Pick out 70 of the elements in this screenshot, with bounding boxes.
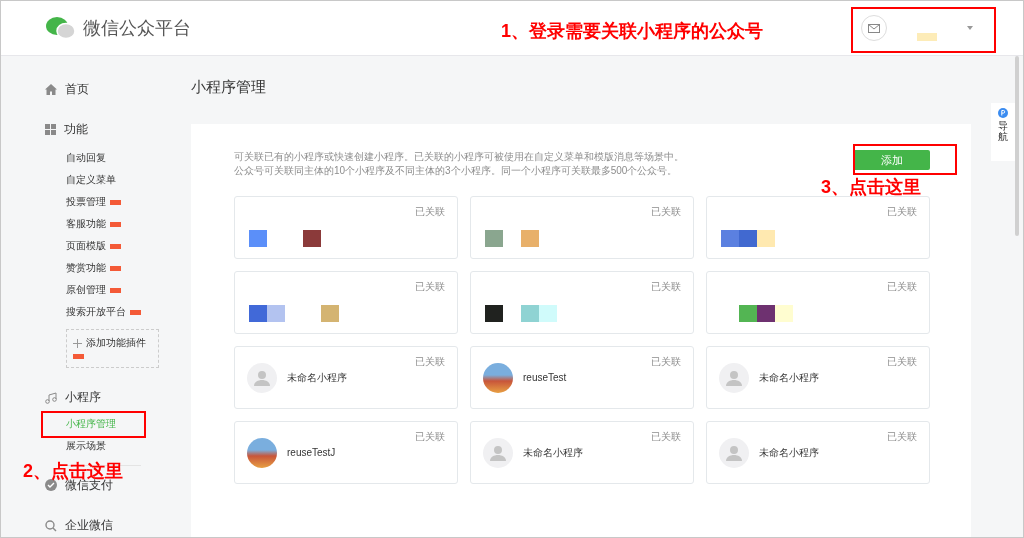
chat-bubbles-logo: [45, 16, 77, 40]
mini-program-name: reuseTestJ: [287, 447, 336, 458]
mini-program-name: 未命名小程序: [287, 370, 347, 385]
status-label: 已关联: [415, 280, 445, 294]
person-icon: [726, 444, 742, 461]
sidebar-item[interactable]: 展示场景: [66, 438, 106, 453]
grid-icon: [45, 124, 56, 136]
person-icon: [490, 444, 506, 461]
person-icon: [254, 369, 270, 386]
status-label: 已关联: [887, 355, 917, 369]
envelope-icon: [868, 23, 880, 33]
mini-program-card[interactable]: 已关联 reuseTestJ: [234, 421, 458, 484]
redacted-mosaic: [485, 305, 557, 322]
mini-program-card[interactable]: 已关联: [234, 271, 458, 334]
status-label: 已关联: [415, 355, 445, 369]
mini-program-name: reuseTest: [523, 372, 567, 383]
sidebar-item[interactable]: 搜索开放平台: [66, 305, 126, 320]
annotation-text: 3、点击这里: [821, 176, 921, 199]
sidebar-item[interactable]: 赞赏功能: [66, 261, 106, 276]
caret-icon[interactable]: [967, 26, 973, 30]
status-label: 已关联: [887, 205, 917, 219]
mini-program-card[interactable]: 已关联 未命名小程序: [706, 346, 930, 409]
search-icon: [45, 519, 57, 532]
status-label: 已关联: [415, 430, 445, 444]
sidebar-item[interactable]: 原创管理: [66, 283, 106, 298]
mini-program-name: 未命名小程序: [523, 445, 583, 460]
sidebar-item[interactable]: 自定义菜单: [66, 173, 116, 188]
payment-icon: [45, 479, 57, 492]
mini-program-name: 未命名小程序: [759, 445, 819, 460]
sidebar-section-label[interactable]: 首页: [65, 80, 89, 98]
status-label: 已关联: [651, 355, 681, 369]
mini-program-card[interactable]: 已关联 reuseTest: [470, 346, 694, 409]
sidebar-item[interactable]: 自动回复: [66, 151, 106, 166]
person-icon: [726, 369, 742, 386]
status-label: 已关联: [415, 205, 445, 219]
scrollbar[interactable]: [1015, 56, 1019, 236]
music-note-icon: [45, 391, 57, 404]
status-label: 已关联: [651, 205, 681, 219]
status-label: 已关联: [651, 280, 681, 294]
status-label: 已关联: [887, 430, 917, 444]
float-nav-button[interactable]: 导航: [991, 103, 1015, 161]
mini-program-card[interactable]: 已关联: [706, 196, 930, 259]
status-label: 已关联: [651, 430, 681, 444]
description-text: 可关联已有的小程序或快速创建小程序。已关联的小程序可被使用在自定义菜单和模版消息等场景中。: [234, 150, 684, 164]
redacted-mosaic: [721, 230, 775, 247]
mini-program-card[interactable]: 已关联 未命名小程序: [706, 421, 930, 484]
plus-icon: [73, 338, 82, 348]
p-badge-icon: [998, 108, 1008, 118]
status-label: 已关联: [887, 280, 917, 294]
mini-program-card[interactable]: 已关联: [706, 271, 930, 334]
sidebar-item[interactable]: 客服功能: [66, 217, 106, 232]
description-text: 公众号可关联同主体的10个小程序及不同主体的3个小程序。同一个小程序可关联最多500个公众号。: [234, 164, 679, 178]
redacted-mosaic: [249, 230, 321, 247]
brand-name: 微信公众平台: [83, 17, 191, 40]
add-plugin-button[interactable]: 添加功能插件: [66, 329, 159, 369]
sidebar-item[interactable]: 页面模版: [66, 239, 106, 254]
home-icon: [45, 83, 57, 95]
sidebar-section-label[interactable]: 企业微信: [65, 517, 113, 535]
mini-program-card[interactable]: 已关联 未命名小程序: [234, 346, 458, 409]
mini-program-name: 未命名小程序: [759, 370, 819, 385]
mini-program-card[interactable]: 已关联: [470, 196, 694, 259]
mini-program-card[interactable]: 已关联: [470, 271, 694, 334]
sidebar-section-label[interactable]: 功能: [64, 121, 88, 139]
sidebar-section-label[interactable]: 小程序: [65, 389, 101, 407]
page-title: 小程序管理: [191, 78, 267, 97]
mini-program-card[interactable]: 已关联: [234, 196, 458, 259]
mini-program-card[interactable]: 已关联 未命名小程序: [470, 421, 694, 484]
sidebar-item[interactable]: 投票管理: [66, 195, 106, 210]
annotation-text: 1、登录需要关联小程序的公众号: [501, 20, 763, 43]
redacted-mosaic: [485, 230, 539, 247]
